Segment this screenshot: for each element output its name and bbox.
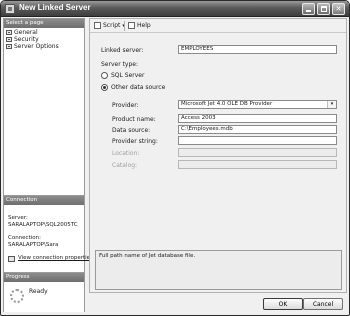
page-list: General Security Server Options	[6, 29, 84, 50]
progress-header: Progress	[4, 273, 84, 282]
linked-server-label: Linked server:	[101, 47, 144, 54]
connection-value: SARALAPTOP\Sara	[8, 242, 59, 248]
page-icon	[6, 30, 12, 35]
radio-circle	[101, 72, 108, 79]
page-item-security[interactable]: Security	[6, 36, 84, 43]
sql-server-radio[interactable]: SQL Server	[101, 72, 144, 79]
page-icon	[6, 44, 12, 49]
page-item-label: General	[14, 29, 38, 36]
sql-server-radio-label: SQL Server	[111, 72, 145, 79]
general-page: Script ▾ Help Linked server: EMPLOYEES S…	[89, 18, 347, 293]
maximize-button[interactable]	[317, 3, 330, 15]
connection-header: Connection	[4, 196, 84, 205]
help-icon	[128, 22, 135, 29]
help-label: Help	[137, 22, 151, 29]
script-button[interactable]: Script ▾	[94, 22, 125, 29]
catalog-label: Catalog:	[112, 162, 138, 169]
page-item-label: Security	[14, 36, 39, 43]
new-linked-server-dialog: New Linked Server ✕ Select a page Genera…	[0, 0, 350, 316]
maximize-icon	[320, 6, 327, 12]
data-source-label: Data source:	[112, 127, 151, 134]
toolbar: Script ▾ Help	[90, 19, 346, 33]
location-input[interactable]	[178, 148, 337, 157]
data-source-input[interactable]: C:\Employees.mdb	[178, 125, 337, 134]
chevron-down-icon[interactable]: ▾	[327, 101, 336, 108]
select-page-header: Select a page	[4, 19, 84, 28]
server-type-label: Server type:	[101, 61, 139, 68]
other-data-source-radio-label: Other data source	[111, 84, 166, 91]
product-name-input[interactable]: Access 2003	[178, 114, 337, 123]
provider-string-input[interactable]	[178, 136, 337, 145]
minimize-button[interactable]	[302, 3, 315, 15]
page-item-label: Server Options	[14, 43, 59, 50]
script-label: Script	[103, 22, 121, 29]
catalog-input[interactable]	[178, 160, 337, 169]
ok-button[interactable]: OK	[263, 298, 303, 310]
progress-status: Ready	[29, 288, 48, 295]
page-icon	[6, 37, 12, 42]
window-icon	[5, 4, 15, 14]
progress-section: Progress Ready	[4, 272, 84, 312]
provider-value: Microsoft Jet 4.0 OLE DB Provider	[181, 101, 273, 107]
help-button[interactable]: Help	[128, 22, 151, 29]
provider-string-label: Provider string:	[112, 138, 158, 145]
radio-circle	[101, 84, 108, 91]
linked-server-input[interactable]: EMPLOYEES	[178, 45, 337, 54]
provider-dropdown[interactable]: Microsoft Jet 4.0 OLE DB Provider ▾	[178, 100, 337, 109]
page-item-server-options[interactable]: Server Options	[6, 43, 84, 50]
cancel-button[interactable]: Cancel	[303, 298, 343, 310]
progress-spinner-icon	[10, 289, 24, 303]
view-connection-properties-link[interactable]: View connection properties	[18, 255, 93, 261]
server-value: SARALAPTOP\SQL2005TC	[8, 222, 78, 228]
left-pane: Select a page General Security Server Op…	[3, 18, 93, 312]
location-label: Location:	[112, 150, 140, 157]
close-button[interactable]: ✕	[332, 3, 345, 15]
provider-label: Provider:	[112, 102, 139, 109]
title-bar[interactable]: New Linked Server ✕	[1, 1, 349, 17]
other-data-source-radio[interactable]: Other data source	[101, 84, 165, 91]
description-panel: Full path name of Jet database file.	[95, 250, 342, 290]
page-item-general[interactable]: General	[6, 29, 84, 36]
connection-label: Connection:	[8, 235, 41, 241]
minimize-icon	[306, 10, 311, 12]
server-label: Server:	[8, 215, 28, 221]
connection-section: Connection Server: SARALAPTOP\SQL2005TC …	[4, 195, 93, 272]
window-title: New Linked Server	[19, 3, 91, 12]
connection-properties-icon	[8, 256, 15, 262]
script-icon	[94, 22, 101, 29]
description-text: Full path name of Jet database file.	[99, 253, 196, 259]
toolbar-separator	[124, 21, 125, 31]
close-icon: ✕	[335, 5, 342, 13]
product-name-label: Product name:	[112, 116, 156, 123]
